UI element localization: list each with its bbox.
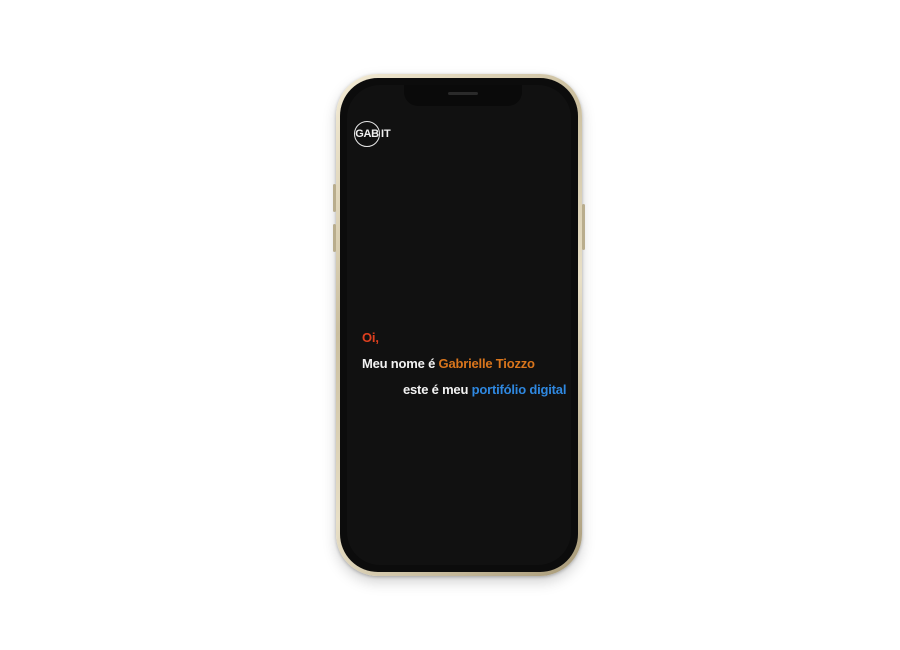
greeting: Oi,	[362, 330, 379, 345]
logo-circle: GAB	[354, 121, 380, 147]
speaker-icon	[448, 92, 478, 95]
logo-suffix: IT	[381, 128, 391, 140]
tagline-highlight: portifólio digital	[471, 382, 567, 397]
intro-line: Meu nome é Gabrielle Tiozzo	[362, 351, 571, 377]
tagline-line: este é meu portifólio digital	[362, 377, 571, 403]
logo[interactable]: GAB IT	[354, 119, 391, 149]
phone-screen: GAB IT Oi, Meu nome é Gabrielle Tiozzo e…	[347, 85, 571, 565]
power-button	[582, 204, 585, 250]
tagline-prefix: este é meu	[403, 382, 472, 397]
volume-down-button	[333, 224, 336, 252]
volume-up-button	[333, 184, 336, 212]
phone-notch	[404, 85, 522, 106]
hero-text: Oi, Meu nome é Gabrielle Tiozzo este é m…	[362, 325, 571, 403]
phone-frame: GAB IT Oi, Meu nome é Gabrielle Tiozzo e…	[333, 74, 585, 576]
phone-bezel: GAB IT Oi, Meu nome é Gabrielle Tiozzo e…	[340, 78, 578, 572]
stage: GAB IT Oi, Meu nome é Gabrielle Tiozzo e…	[0, 0, 900, 650]
name-highlight: Gabrielle Tiozzo	[438, 356, 535, 371]
intro-prefix: Meu nome é	[362, 356, 439, 371]
